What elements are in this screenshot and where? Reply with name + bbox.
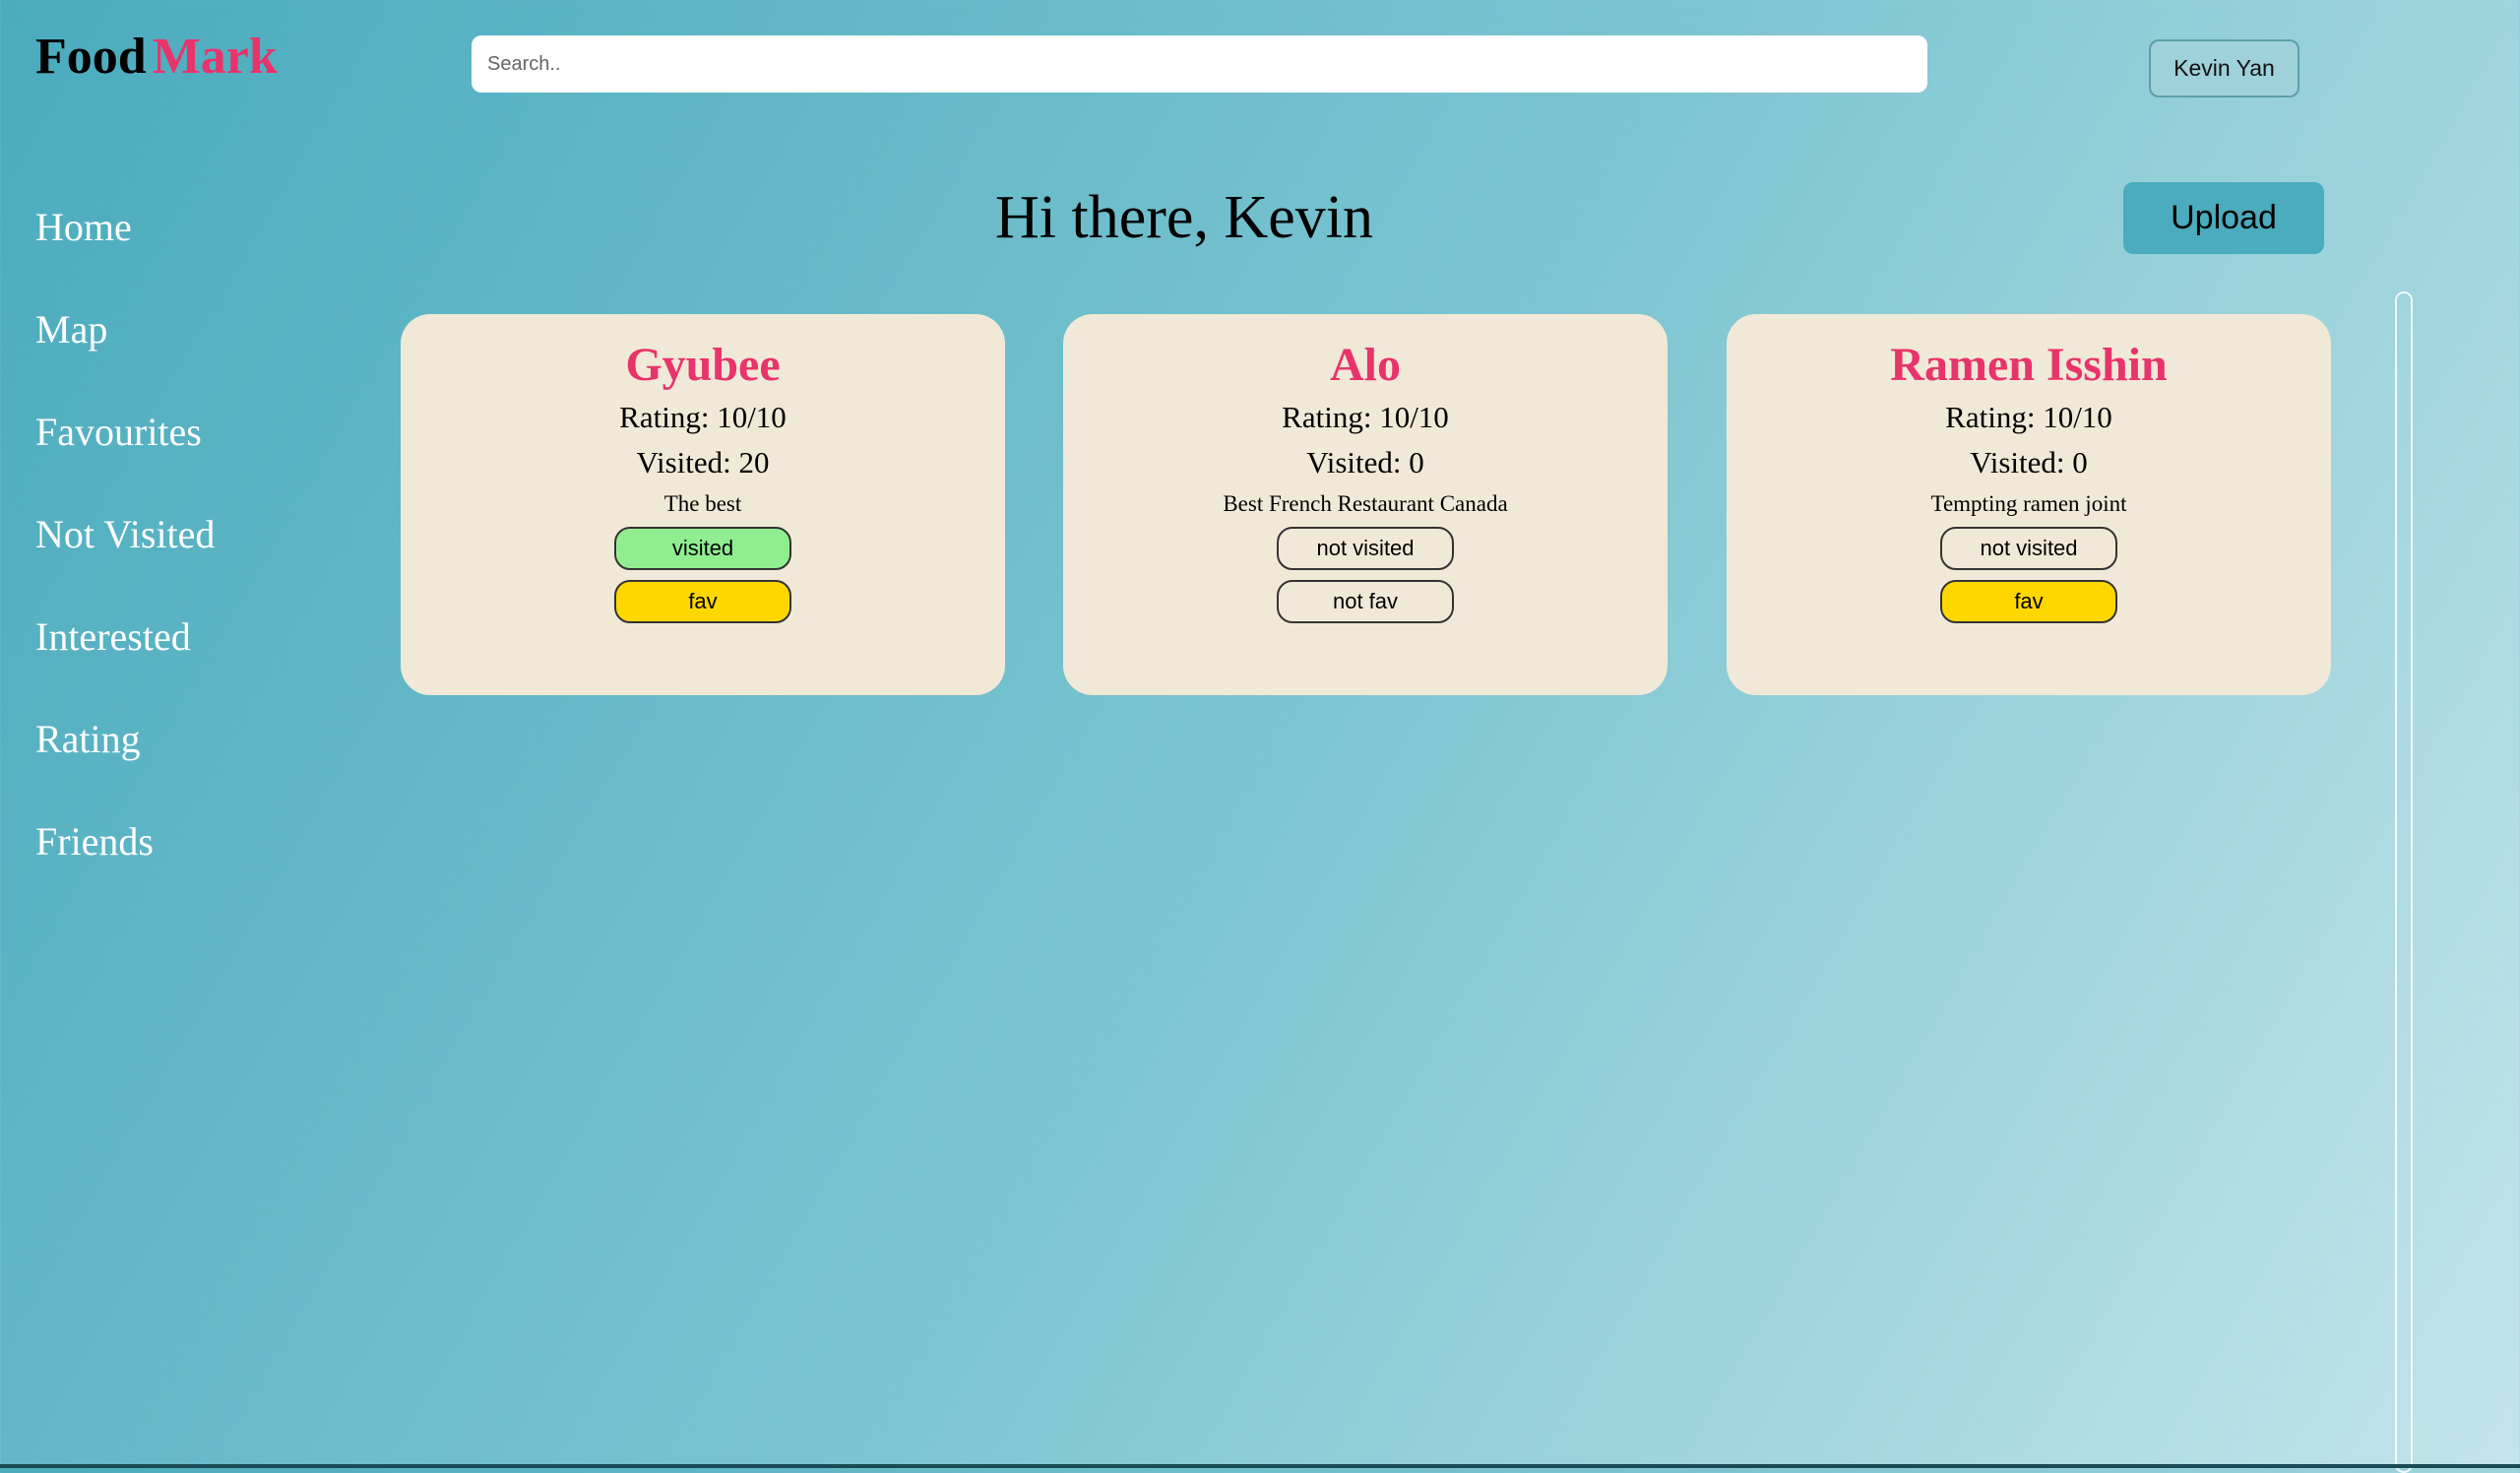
restaurant-card: Alo Rating: 10/10 Visited: 0 Best French… xyxy=(1063,314,1668,695)
brand-logo[interactable]: Food Mark xyxy=(35,26,278,89)
upload-button[interactable]: Upload xyxy=(2123,182,2324,254)
fav-toggle-button[interactable]: not fav xyxy=(1277,580,1454,623)
sidebar-item-home[interactable]: Home xyxy=(35,197,331,299)
restaurant-name: Gyubee xyxy=(625,339,781,391)
restaurant-card: Ramen Isshin Rating: 10/10 Visited: 0 Te… xyxy=(1727,314,2331,695)
restaurant-name: Ramen Isshin xyxy=(1890,339,2168,391)
sidebar-item-rating[interactable]: Rating xyxy=(35,709,331,811)
brand-logo-food: Food xyxy=(35,29,147,85)
brand-logo-mark: Mark xyxy=(152,29,278,85)
sidebar-item-map[interactable]: Map xyxy=(35,299,331,402)
visited-toggle-button[interactable]: not visited xyxy=(1940,527,2117,570)
scrollbar[interactable] xyxy=(2395,291,2413,1473)
restaurant-name: Alo xyxy=(1330,339,1401,391)
bottom-divider xyxy=(0,1464,2520,1468)
sidebar-item-interested[interactable]: Interested xyxy=(35,607,331,709)
sidebar-nav: Home Map Favourites Not Visited Interest… xyxy=(35,197,331,914)
page-greeting: Hi there, Kevin xyxy=(995,184,1373,251)
restaurant-description: Tempting ramen joint xyxy=(1930,491,2127,516)
sidebar-item-favourites[interactable]: Favourites xyxy=(35,402,331,504)
visited-toggle-button[interactable]: visited xyxy=(614,527,791,570)
restaurant-rating: Rating: 10/10 xyxy=(619,400,787,434)
visited-toggle-button[interactable]: not visited xyxy=(1277,527,1454,570)
sidebar-item-not-visited[interactable]: Not Visited xyxy=(35,504,331,607)
fav-toggle-button[interactable]: fav xyxy=(614,580,791,623)
fav-toggle-button[interactable]: fav xyxy=(1940,580,2117,623)
sidebar-item-friends[interactable]: Friends xyxy=(35,811,331,914)
search-input[interactable] xyxy=(472,35,1927,93)
restaurant-visited-count: Visited: 0 xyxy=(1306,445,1424,480)
user-profile-button[interactable]: Kevin Yan xyxy=(2149,39,2300,97)
restaurant-description: Best French Restaurant Canada xyxy=(1223,491,1508,516)
restaurant-visited-count: Visited: 20 xyxy=(636,445,770,480)
restaurant-rating: Rating: 10/10 xyxy=(1282,400,1449,434)
restaurant-card: Gyubee Rating: 10/10 Visited: 20 The bes… xyxy=(401,314,1005,695)
restaurant-description: The best xyxy=(663,491,742,516)
restaurant-visited-count: Visited: 0 xyxy=(1970,445,2088,480)
restaurant-rating: Rating: 10/10 xyxy=(1945,400,2112,434)
